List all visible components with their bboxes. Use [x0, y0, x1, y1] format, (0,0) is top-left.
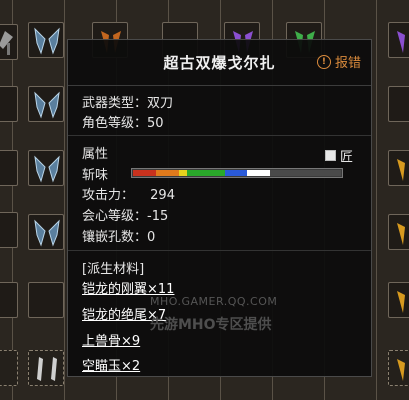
char-level-row: 角色等级：50 — [82, 112, 164, 131]
material-link[interactable]: 上兽骨×9 — [82, 330, 140, 349]
slots-value: 0 — [147, 230, 156, 245]
dual-blades-slot[interactable] — [28, 214, 64, 250]
attack-value: 294 — [150, 188, 175, 203]
sharpness-label: 斩味 — [82, 168, 109, 183]
char-level-label: 角色等级： — [82, 116, 148, 131]
sharpness-segment — [224, 170, 248, 176]
slots-row: 镶嵌孔数：0 — [82, 226, 155, 245]
weapon-slot[interactable] — [0, 282, 18, 318]
weapon-slot[interactable] — [388, 150, 409, 186]
purple-blades-icon — [397, 31, 405, 53]
crit-value: -15 — [147, 209, 169, 224]
grid-line — [376, 0, 377, 400]
grid-line — [12, 0, 13, 400]
weapon-slot[interactable] — [388, 350, 409, 386]
report-label: 报错 — [334, 56, 361, 71]
craft-toggle[interactable]: 匠 — [324, 146, 353, 165]
weapon-slot[interactable] — [388, 282, 409, 318]
weapon-slot[interactable] — [0, 350, 18, 386]
gold-blades-icon — [397, 359, 405, 381]
axe-weapon-icon — [0, 31, 13, 55]
sharpness-segment — [155, 170, 179, 176]
dual-blades-icon — [34, 91, 60, 119]
info-circle-icon: ! — [316, 54, 331, 69]
sharpness-segment — [270, 170, 341, 176]
weapon-slot[interactable] — [388, 22, 409, 58]
weapon-slot[interactable] — [0, 86, 18, 122]
craft-label: 匠 — [339, 150, 353, 165]
divider — [68, 250, 371, 251]
dual-blades-icon — [34, 219, 60, 247]
material-link[interactable]: 空瞄玉×2 — [82, 355, 140, 374]
dual-blades-slot[interactable] — [28, 150, 64, 186]
weapon-type-value: 双刀 — [147, 96, 174, 111]
sharpness-segment — [133, 170, 156, 176]
watermark-credit: 先游MHO专区提供 — [150, 317, 272, 333]
weapon-slot[interactable] — [388, 214, 409, 250]
materials-heading: [派生材料] — [82, 262, 145, 277]
sharpness-segment — [178, 170, 188, 176]
dual-blades-icon — [34, 27, 60, 55]
report-error-button[interactable]: ! 报错 — [316, 52, 361, 71]
watermark-url: MHO.GAMER.QQ.COM — [150, 295, 278, 308]
gold-blades-icon — [397, 223, 405, 245]
dual-blades-slot[interactable] — [28, 22, 64, 58]
craft-checkbox[interactable] — [324, 150, 336, 161]
dual-blades-slot[interactable] — [28, 86, 64, 122]
weapon-slot[interactable] — [0, 24, 18, 60]
gold-blades-icon — [397, 159, 405, 181]
dual-blades-slot[interactable] — [28, 282, 64, 318]
weapon-slot[interactable] — [0, 150, 18, 186]
tooltip-header: 超古双爆戈尔扎 ! 报错 — [68, 40, 371, 86]
weapon-slot[interactable] — [388, 86, 409, 122]
gold-blades-icon — [397, 291, 405, 313]
weapon-type-label: 武器类型： — [82, 96, 148, 111]
dual-blades-slot[interactable] — [28, 350, 64, 386]
grid-line — [64, 0, 65, 400]
sharpness-segment — [187, 170, 225, 176]
attribute-heading: 属性 — [82, 147, 109, 162]
sharpness-segment — [247, 170, 271, 176]
divider — [68, 135, 371, 136]
char-level-value: 50 — [147, 116, 164, 131]
crit-label: 会心等级： — [82, 209, 148, 224]
dual-blades-icon — [34, 155, 60, 183]
sharpness-bar — [131, 168, 343, 178]
slots-label: 镶嵌孔数： — [82, 230, 148, 245]
weapon-type-row: 武器类型：双刀 — [82, 92, 173, 111]
bone-blades-icon — [37, 357, 57, 381]
weapon-slot[interactable] — [0, 212, 18, 248]
attack-label: 攻击力： — [82, 188, 135, 203]
attack-row: 攻击力： 294 — [82, 184, 175, 203]
crit-row: 会心等级：-15 — [82, 205, 168, 224]
